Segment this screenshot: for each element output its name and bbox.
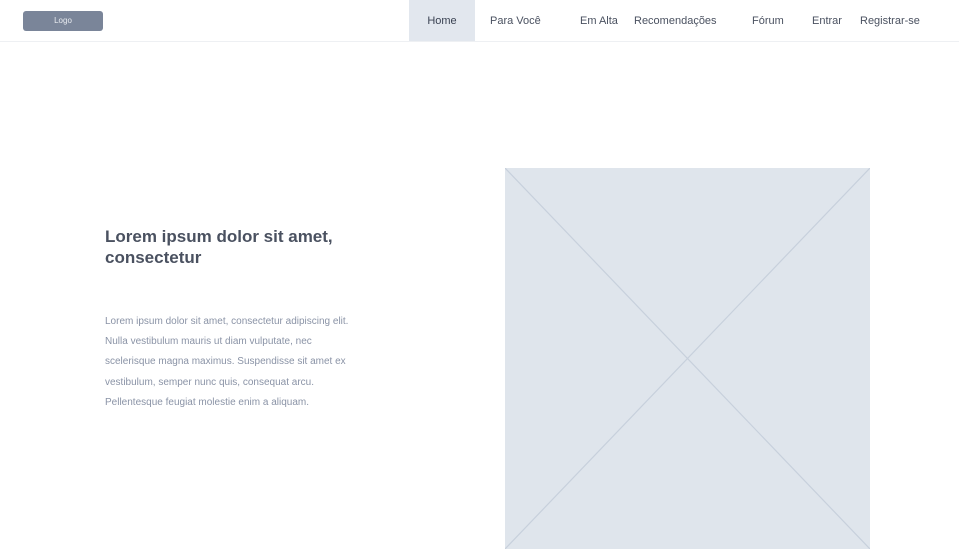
nav-item-entrar[interactable]: Entrar (812, 0, 842, 41)
logo[interactable]: Logo (23, 11, 103, 31)
hero-title: Lorem ipsum dolor sit amet, consectetur (105, 227, 333, 267)
nav-item-em-alta[interactable]: Em Alta (580, 0, 618, 41)
nav-item-para-voce[interactable]: Para Você (490, 0, 541, 41)
hero-description: Lorem ipsum dolor sit amet, consectetur … (105, 316, 349, 408)
image-placeholder-icon (505, 168, 870, 549)
nav-item-recomendacoes[interactable]: Recomendações (634, 0, 717, 41)
nav-item-home[interactable]: Home (409, 0, 475, 41)
hero-image-placeholder (505, 168, 870, 549)
nav-item-forum[interactable]: Fórum (752, 0, 784, 41)
nav-item-registrar-se[interactable]: Registrar-se (860, 0, 920, 41)
page: Logo Home Para Você Em Alta Recomendaçõe… (0, 0, 959, 549)
site-header: Logo Home Para Você Em Alta Recomendaçõe… (0, 0, 959, 42)
